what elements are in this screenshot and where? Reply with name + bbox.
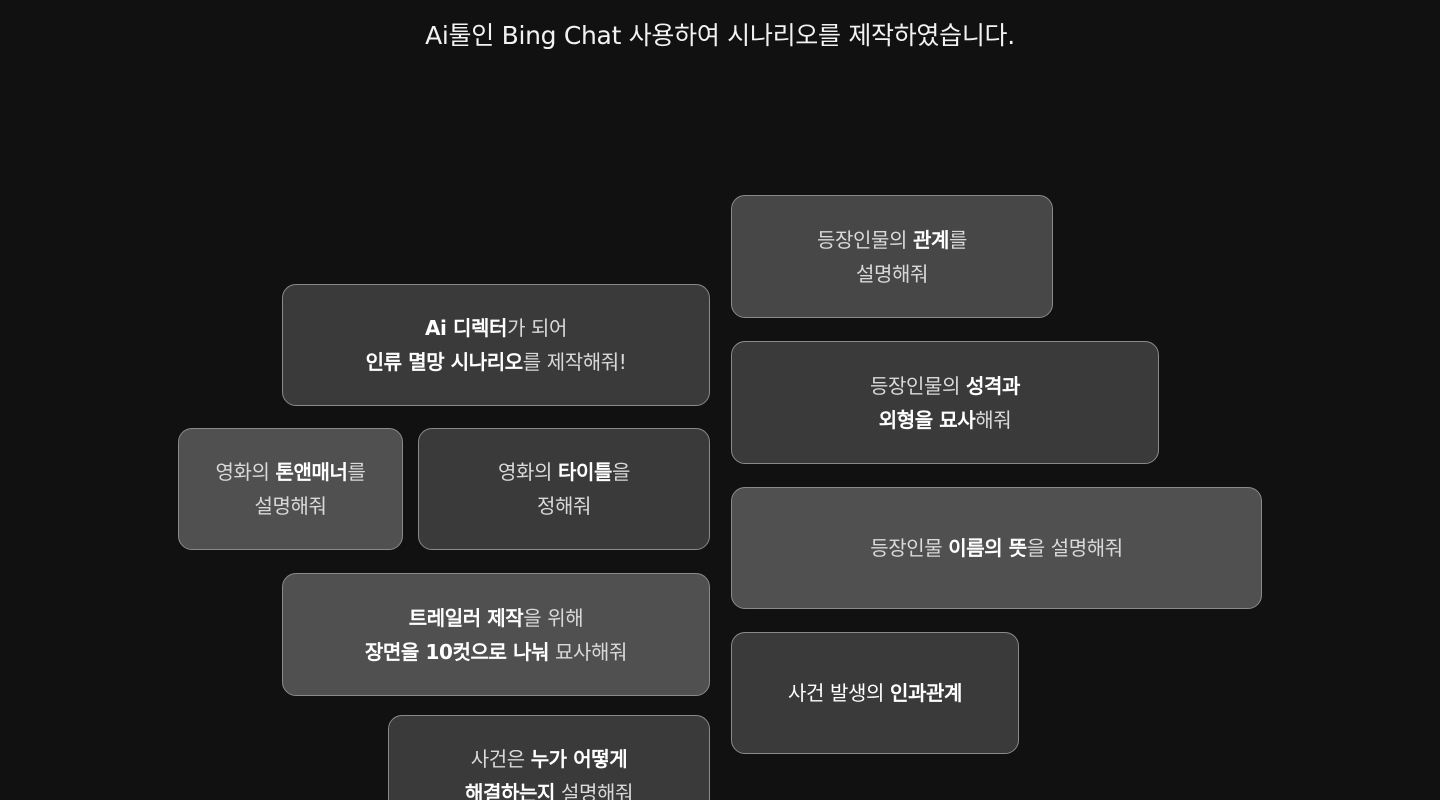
prompt-text: 등장인물의: [870, 373, 966, 398]
prompt-text: 설명해줘: [254, 494, 327, 518]
prompt-line: 설명해줘: [255, 489, 327, 523]
prompt-text: 사건은: [470, 747, 531, 771]
prompt-text: 을 설명해줘: [1026, 536, 1123, 560]
prompt-text: 를 제작해줘!: [522, 350, 627, 374]
prompt-card-title: 영화의 타이틀을 정해줘: [418, 428, 710, 550]
prompt-text: 묘사해줘: [549, 639, 628, 664]
prompt-text: 등장인물: [870, 536, 949, 560]
prompt-card-trailer: 트레일러 제작을 위해 장면을 10컷으로 나눠 묘사해줘: [282, 573, 710, 696]
prompt-text: 설명해줘: [555, 781, 633, 800]
prompt-line: 인류 멸망 시나리오를 제작해줘!: [366, 345, 627, 379]
prompt-line: 설명해줘: [856, 257, 928, 291]
prompt-card-resolve: 사건은 누가 어떻게 해결하는지 설명해줘: [388, 715, 710, 800]
prompt-line: 외형을 묘사해줘: [879, 403, 1012, 437]
prompt-keyword: 이름의 뜻: [948, 536, 1027, 560]
prompt-keyword: 인류 멸망 시나리오: [365, 350, 524, 374]
prompt-text: 을: [611, 460, 630, 484]
page: Ai툴인 Bing Chat 사용하여 시나리오를 제작하였습니다. 등장인물의…: [0, 0, 1440, 800]
prompt-keyword: Ai 디렉터: [424, 316, 508, 340]
prompt-line: 영화의 타이틀을: [498, 455, 630, 489]
prompt-line: 장면을 10컷으로 나눠 묘사해줘: [364, 635, 628, 669]
prompt-keyword: 톤앤매너: [275, 460, 348, 484]
prompt-text: 해줘: [975, 407, 1012, 432]
prompt-text: 정해줘: [537, 494, 591, 518]
prompt-text: 영화의: [215, 460, 276, 484]
prompt-text: 등장인물의: [817, 227, 913, 252]
prompt-keyword: 해결하는지: [465, 781, 556, 800]
prompt-card-relationship: 등장인물의 관계를 설명해줘: [731, 195, 1053, 318]
prompt-line: 등장인물의 관계를: [817, 223, 967, 257]
prompt-card-causality: 사건 발생의 인과관계: [731, 632, 1019, 754]
prompt-line: 영화의 톤앤매너를: [216, 455, 366, 489]
prompt-text: 가 되어: [507, 316, 568, 340]
prompt-text: 를: [347, 460, 366, 484]
prompt-keyword: 외형을 묘사: [878, 407, 976, 432]
prompt-line: 등장인물 이름의 뜻을 설명해줘: [870, 531, 1123, 565]
prompt-line: 사건 발생의 인과관계: [788, 676, 962, 710]
prompt-text: 설명해줘: [856, 261, 928, 286]
prompt-line: 정해줘: [537, 489, 591, 523]
prompt-line: 해결하는지 설명해줘: [465, 776, 633, 800]
prompt-card-director: Ai 디렉터가 되어 인류 멸망 시나리오를 제작해줘!: [282, 284, 710, 406]
prompt-keyword: 인과관계: [889, 681, 962, 705]
prompt-line: 등장인물의 성격과: [870, 369, 1020, 403]
prompt-card-tone: 영화의 톤앤매너를 설명해줘: [178, 428, 403, 550]
prompt-card-personality: 등장인물의 성격과 외형을 묘사해줘: [731, 341, 1159, 464]
page-title: Ai툴인 Bing Chat 사용하여 시나리오를 제작하였습니다.: [425, 21, 1015, 50]
prompt-keyword: 관계: [912, 227, 949, 252]
prompt-keyword: 성격과: [965, 373, 1020, 398]
prompt-text: 를: [948, 227, 967, 252]
prompt-keyword: 누가 어떻게: [530, 747, 628, 771]
prompt-text: 영화의: [498, 460, 558, 484]
prompt-line: 트레일러 제작을 위해: [409, 601, 584, 635]
prompt-keyword: 타이틀: [557, 460, 612, 484]
prompt-card-names: 등장인물 이름의 뜻을 설명해줘: [731, 487, 1262, 609]
prompt-line: 사건은 누가 어떻게: [471, 742, 628, 776]
prompt-keyword: 장면을 10컷으로 나눠: [364, 639, 550, 664]
prompt-text: 을 위해: [523, 605, 584, 630]
prompt-line: Ai 디렉터가 되어: [425, 311, 567, 345]
prompt-keyword: 트레일러 제작: [408, 605, 524, 630]
prompt-text: 사건 발생의: [788, 681, 890, 705]
